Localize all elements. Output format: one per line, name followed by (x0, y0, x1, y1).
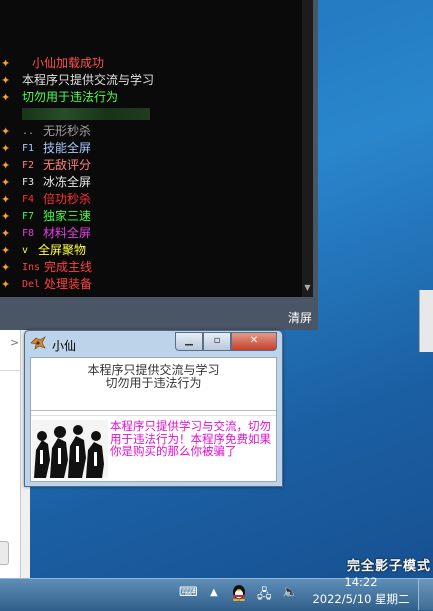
show-hidden-icons-icon[interactable]: ▲ (210, 587, 218, 603)
notice-text: 本程序只提供交流与学习 切勿用于违法行为 (31, 364, 276, 390)
xiaoxian-window: 小仙 ▁ ▫ ✕ 本程序只提供交流与学习 切勿用于违法行为 本程序只提供学习与交… (24, 330, 283, 487)
divider (31, 415, 276, 416)
qq-penguin-icon[interactable] (231, 583, 247, 601)
disclaimer-text: 本程序只提供学习与交流，切勿用于违法行为！本程序免费如果你是购买的那么你被骗了 (110, 419, 271, 458)
console-text: 独家三速 (43, 209, 92, 223)
maximize-button[interactable]: ▫ (203, 332, 231, 351)
star-icon: ✦ (1, 57, 11, 70)
console-hotkey: Ins (22, 262, 41, 273)
console-text: 切勿用于违法行为 (22, 90, 119, 104)
star-icon: ✦ (1, 244, 11, 257)
console-text: 小仙加载成功 (32, 56, 105, 70)
star-icon: ✦ (1, 261, 11, 274)
background-window-right (419, 290, 433, 352)
partial-button[interactable] (0, 541, 9, 565)
star-icon: ✦ (1, 176, 11, 189)
star-icon: ✦ (1, 278, 11, 291)
network-icon[interactable]: 🖧 (257, 585, 272, 602)
console-hotkey: F7 (22, 211, 35, 222)
notice-line-2: 切勿用于违法行为 (105, 376, 202, 390)
mode-label: 完全影子模式 (346, 559, 431, 574)
console-text: 全屏聚物 (38, 243, 87, 257)
keyboard-icon[interactable]: ⌨ (179, 585, 198, 601)
console-hotkey: F2 (22, 160, 35, 171)
blurred-text (22, 108, 150, 120)
star-icon: ✦ (1, 159, 11, 172)
star-icon: ✦ (1, 74, 11, 87)
minimize-button[interactable]: ▁ (175, 332, 203, 351)
clear-button[interactable]: 清屏 (288, 309, 312, 326)
console-text: 材料全屏 (43, 226, 92, 240)
window-client-area: 本程序只提供交流与学习 切勿用于违法行为 本程序只提供学习与交流，切勿用于违法行… (30, 357, 277, 482)
console-text: 处理装备 (44, 277, 93, 291)
clock[interactable]: 14:22 2022/5/10 星期二 (306, 574, 416, 608)
console-text: 本程序只提供交流与学习 (22, 73, 155, 87)
divider (0, 370, 20, 371)
console-hotkey: F8 (22, 228, 35, 239)
close-button[interactable]: ✕ (231, 332, 277, 351)
console-text: 冰冻全屏 (43, 175, 92, 189)
clock-time: 14:22 (344, 575, 378, 589)
console-hotkey: Del (22, 279, 41, 290)
console-text: 无敌评分 (43, 158, 92, 172)
star-icon: ✦ (1, 142, 11, 155)
star-icon: ✦ (1, 210, 11, 223)
console-text: 无形秒杀 (43, 124, 92, 138)
clock-date: 2022/5/10 星期二 (312, 592, 410, 606)
console-hotkey: F3 (22, 177, 35, 188)
console-window: ✦ 小仙加载成功 ✦ 本程序只提供交流与学习 ✦ 切勿用于违法行为 ✦.. 无形秒杀 ✦ F1 技能… (0, 0, 318, 330)
console-hotkey: F4 (22, 194, 35, 205)
chevron-right-icon[interactable]: > (10, 336, 19, 349)
star-icon: ✦ (1, 125, 11, 138)
app-logo-icon (30, 336, 46, 350)
volume-icon[interactable]: 🔈 (282, 585, 298, 601)
window-title: 小仙 (52, 339, 77, 353)
star-icon: ✦ (1, 91, 11, 104)
console-text: 倍功秒杀 (43, 192, 92, 206)
console-text: 完成主线 (44, 260, 93, 274)
console-hotkey: v (22, 245, 29, 256)
divider (31, 410, 276, 411)
character-image (32, 420, 108, 478)
console-text: 技能全屏 (43, 141, 92, 155)
star-icon: ✦ (1, 227, 11, 240)
console-log-area: ✦ 小仙加载成功 ✦ 本程序只提供交流与学习 ✦ 切勿用于违法行为 ✦.. 无形秒杀 ✦ F1 技能… (0, 0, 302, 297)
star-icon: ✦ (1, 193, 11, 206)
console-hotkey: F1 (22, 143, 35, 154)
window-controls: ▁ ▫ ✕ (175, 332, 277, 351)
console-scrollbar[interactable]: ▼ (302, 0, 313, 297)
console-hotkey: .. (22, 126, 35, 137)
show-desktop-button[interactable] (418, 578, 433, 610)
scroll-down-icon[interactable]: ▼ (303, 282, 312, 293)
